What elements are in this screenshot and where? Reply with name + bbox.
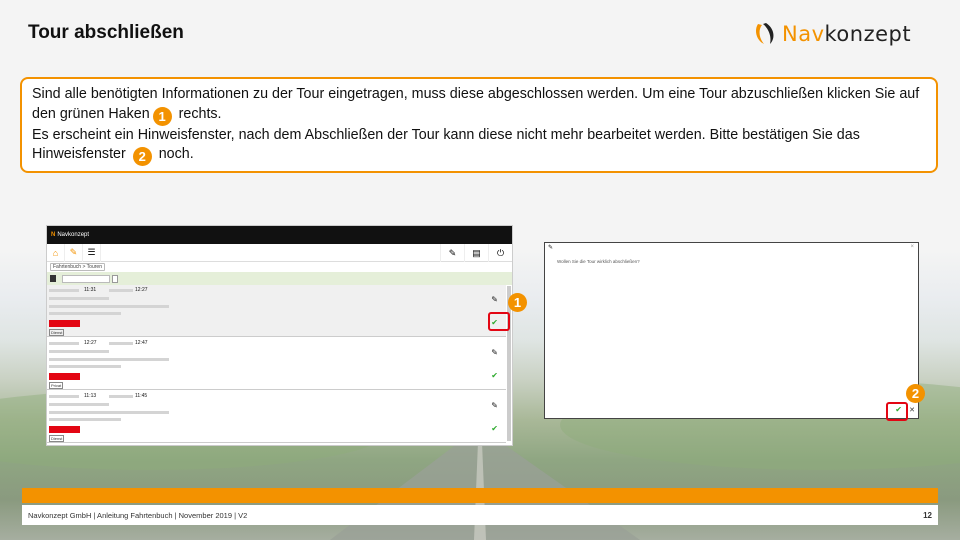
navkonzept-logo: Navkonzept bbox=[752, 20, 911, 48]
footer-text: Navkonzept GmbH | Anleitung Fahrtenbuch … bbox=[28, 510, 248, 520]
tour-card[interactable]: 12:27 12:47 Privat ✎ ✔ bbox=[47, 338, 506, 390]
logo-prefix: Nav bbox=[782, 22, 825, 46]
edit-icon[interactable]: ✎ bbox=[65, 243, 83, 262]
complete-tour-icon[interactable]: ✔ bbox=[491, 371, 498, 380]
save-icon[interactable]: ▤ bbox=[464, 244, 488, 262]
confirm-dialog: ✎ × Wollen Sie die Tour wirklich abschli… bbox=[544, 242, 919, 419]
logo-text: Navkonzept bbox=[782, 22, 911, 46]
step-marker-1: 1 bbox=[508, 293, 527, 312]
app-filter-bar bbox=[47, 272, 512, 285]
app-screenshot: N Navkonzept ⌂ ✎ ☰ ✎ ▤ ⏻ Fahrtenbuch > T… bbox=[46, 225, 513, 446]
tour-card[interactable]: 11:13 11:45 Dienst ✎ ✔ bbox=[47, 391, 506, 443]
tour-start-time: 12:27 bbox=[84, 340, 97, 346]
tour-tag: Dienst bbox=[49, 329, 65, 336]
footer: Navkonzept GmbH | Anleitung Fahrtenbuch … bbox=[22, 505, 938, 525]
tour-end-time: 12:27 bbox=[135, 287, 148, 293]
power-icon[interactable]: ⏻ bbox=[488, 244, 512, 262]
breadcrumb-text: Fahrtenbuch > Touren bbox=[50, 263, 105, 271]
tour-end-time: 12:47 bbox=[135, 340, 148, 346]
footer-accent-bar bbox=[22, 488, 938, 503]
close-icon[interactable]: × bbox=[910, 244, 914, 250]
step-marker-2: 2 bbox=[906, 384, 925, 403]
edit-tour-icon[interactable]: ✎ bbox=[491, 348, 498, 357]
highlight-complete-button bbox=[488, 312, 510, 331]
page-title: Tour abschließen bbox=[28, 22, 184, 43]
instruction-box: Sind alle benötigten Informationen zu de… bbox=[20, 77, 938, 173]
tour-tag: Dienst bbox=[49, 435, 65, 442]
app-title: Navkonzept bbox=[57, 232, 90, 238]
cancel-button[interactable]: ✕ bbox=[909, 406, 915, 414]
instruction-line2-end: noch. bbox=[154, 146, 194, 162]
complete-tour-icon[interactable]: ✔ bbox=[491, 424, 498, 433]
highlight-confirm-button bbox=[886, 402, 908, 421]
tour-start-time: 11:13 bbox=[84, 393, 97, 399]
date-dropdown[interactable] bbox=[112, 274, 118, 283]
tour-start-time: 11:31 bbox=[84, 287, 97, 293]
menu-icon[interactable]: ☰ bbox=[83, 243, 101, 262]
tour-card[interactable]: 11:31 12:27 Dienst ✎ ✔ bbox=[47, 285, 506, 337]
app-logo: N bbox=[51, 232, 56, 238]
home-icon[interactable]: ⌂ bbox=[47, 243, 65, 262]
filter-icon[interactable] bbox=[50, 275, 56, 282]
status-badge bbox=[49, 373, 80, 380]
dialog-message: Wollen Sie die Tour wirklich abschließen… bbox=[557, 259, 640, 264]
status-badge bbox=[49, 426, 80, 433]
edit-tour-icon[interactable]: ✎ bbox=[491, 295, 498, 304]
logo-mark-icon bbox=[756, 23, 774, 44]
pen-icon: ✎ bbox=[548, 245, 554, 251]
app-toolbar: ⌂ ✎ ☰ ✎ ▤ ⏻ bbox=[47, 243, 512, 262]
settings-icon[interactable]: ✎ bbox=[440, 244, 464, 262]
date-filter-input[interactable] bbox=[62, 274, 110, 283]
tour-end-time: 11:45 bbox=[135, 393, 148, 399]
app-breadcrumb[interactable]: Fahrtenbuch > Touren bbox=[47, 262, 512, 272]
step-badge-2: 2 bbox=[132, 147, 152, 166]
status-badge bbox=[49, 320, 80, 327]
tour-tag: Privat bbox=[49, 382, 64, 389]
step-badge-1: 1 bbox=[152, 106, 172, 126]
instruction-line1-end: rechts. bbox=[174, 105, 222, 122]
page-number: 12 bbox=[923, 510, 932, 520]
logo-suffix: konzept bbox=[824, 22, 912, 46]
edit-tour-icon[interactable]: ✎ bbox=[491, 401, 498, 410]
app-titlebar: N Navkonzept bbox=[47, 226, 512, 244]
